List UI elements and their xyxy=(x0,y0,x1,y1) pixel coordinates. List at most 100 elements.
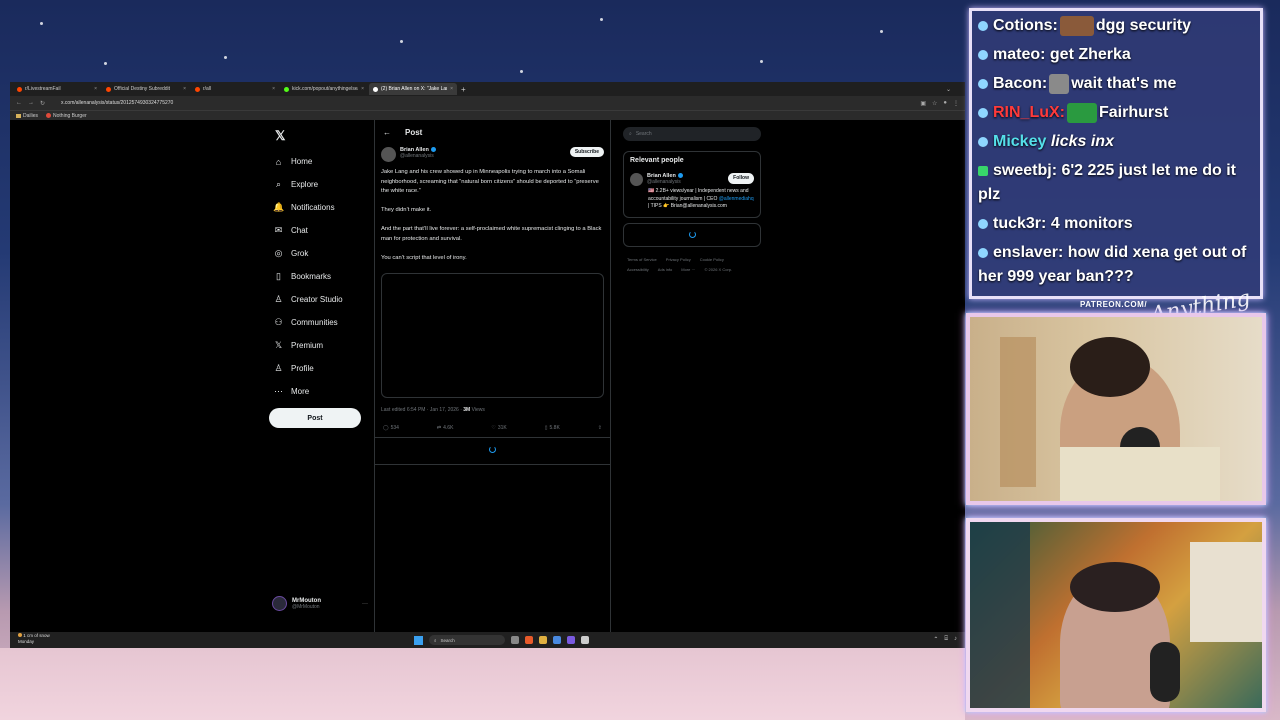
close-tab-icon[interactable]: × xyxy=(361,86,364,92)
nav-item-bookmarks[interactable]: ▯ Bookmarks xyxy=(273,265,343,288)
favicon-icon xyxy=(17,86,22,92)
nav-item-chat[interactable]: ✉ Chat xyxy=(273,219,343,242)
chat-username[interactable]: Mickey xyxy=(993,133,1046,150)
chat-text: get Zherka xyxy=(1049,46,1131,63)
chat-username[interactable]: RIN_LuX: xyxy=(993,104,1065,121)
footer-link[interactable]: © 2026 X Corp. xyxy=(704,267,732,272)
nav-item-premium[interactable]: 𝕏 Premium xyxy=(273,334,343,357)
chat-username[interactable]: enslaver: xyxy=(993,244,1063,261)
bookmark-star-icon[interactable]: ☆ xyxy=(932,100,937,107)
menu-icon[interactable]: ⋮ xyxy=(953,100,959,107)
x-logo-icon[interactable]: 𝕏 xyxy=(275,128,285,144)
chrome-icon[interactable] xyxy=(553,636,561,644)
like-button[interactable]: ♡ 31K xyxy=(491,425,506,431)
footer-link[interactable]: More ··· xyxy=(681,267,695,272)
browser-tab[interactable]: r/all × xyxy=(191,83,279,95)
follow-button[interactable]: Follow xyxy=(728,173,754,184)
browser-tab[interactable]: (2) Brian Allen on X: "Jake Lang × xyxy=(369,83,457,95)
volume-icon[interactable]: ♪ xyxy=(954,636,957,643)
weather-widget[interactable]: 1 cm of snow Monday xyxy=(18,633,50,645)
reply-button[interactable]: ◯ 534 xyxy=(383,425,399,431)
nav-icon: 𝕏 xyxy=(274,340,283,350)
chat-username[interactable]: sweetbj: xyxy=(993,162,1057,179)
back-icon[interactable]: ← xyxy=(16,100,22,106)
nav-item-notifications[interactable]: 🔔 Notifications xyxy=(273,196,343,219)
post-paragraph: And the part that’ll live forever: a sel… xyxy=(381,226,602,242)
chat-badge-icon xyxy=(978,78,988,89)
footer-link[interactable]: Accessibility xyxy=(627,267,649,272)
footer-link[interactable]: Cookie Policy xyxy=(700,257,724,262)
footer-link[interactable]: Ads info xyxy=(658,267,672,272)
heart-icon: ♡ xyxy=(491,424,496,431)
close-tab-icon[interactable]: × xyxy=(183,86,186,92)
account-switcher[interactable]: MrMouton @MrMouton ··· xyxy=(272,596,368,611)
favicon-icon xyxy=(106,86,111,92)
bookmark-nothing-burger[interactable]: Nothing Burger xyxy=(46,113,87,119)
discord-icon[interactable] xyxy=(567,636,575,644)
author-handle[interactable]: @allenanalysis xyxy=(400,153,436,159)
forward-icon[interactable]: → xyxy=(28,100,34,106)
webcam-top xyxy=(966,313,1266,505)
x-page: 𝕏 ⌂ Home ⌕ Explore 🔔 Notifications ✉ Chat ◎ Grok ▯… xyxy=(10,120,965,632)
back-arrow-icon[interactable]: ← xyxy=(383,128,391,137)
post-video[interactable] xyxy=(381,272,604,398)
repost-button[interactable]: ⇄ 4.6K xyxy=(437,425,454,431)
new-tab-button[interactable]: + xyxy=(461,85,466,94)
profile-icon[interactable]: ● xyxy=(943,100,947,107)
share-button[interactable]: ⇪ xyxy=(598,425,602,431)
account-handle: @MrMouton xyxy=(292,603,320,610)
more-icon[interactable]: ··· xyxy=(362,601,368,607)
nav-item-profile[interactable]: ♙ Profile xyxy=(273,357,343,380)
chevron-up-icon[interactable]: ⌃ xyxy=(933,636,938,643)
chat-badge-icon xyxy=(978,20,988,31)
nav-item-communities[interactable]: ⚇ Communities xyxy=(273,311,343,334)
tab-menu-icon[interactable]: ⌄ xyxy=(946,86,951,93)
system-tray: ⌃ ⌸ ♪ xyxy=(933,636,957,643)
close-tab-icon[interactable]: × xyxy=(272,86,275,92)
nav-item-creator-studio[interactable]: ♙ Creator Studio xyxy=(273,288,342,311)
browser-tab[interactable]: Official Destiny Subreddit × xyxy=(102,83,190,95)
bio-link[interactable]: @allenmediahq xyxy=(719,196,754,202)
author-avatar[interactable] xyxy=(381,147,396,162)
bookmark-button[interactable]: ▯ 5.8K xyxy=(545,425,560,431)
hair-shape xyxy=(1070,562,1160,612)
chat-username[interactable]: tuck3r: xyxy=(993,215,1046,232)
network-icon[interactable]: ⌸ xyxy=(944,636,948,643)
search-input[interactable]: ⌕ Search xyxy=(623,127,761,141)
nav-icon: ⌕ xyxy=(275,179,282,189)
footer-link[interactable]: Terms of Service xyxy=(627,257,657,262)
file-explorer-icon[interactable] xyxy=(539,636,547,644)
person-handle: @allenanalysis xyxy=(647,179,681,185)
post-button[interactable]: Post xyxy=(269,408,361,428)
favicon-icon xyxy=(195,86,200,92)
settings-icon[interactable] xyxy=(581,636,589,644)
subscribe-button[interactable]: Subscribe xyxy=(569,147,604,157)
post-column: ← Post Brian Allen @allenanalysis Subscr… xyxy=(374,120,611,632)
task-view-icon[interactable] xyxy=(511,636,519,644)
footer-link[interactable]: Privacy Policy xyxy=(666,257,691,262)
nav-item-more[interactable]: ⋯ More xyxy=(273,380,343,403)
relevant-person[interactable]: Brian Allen @allenanalysis Follow xyxy=(630,173,754,186)
bookmark-dailies[interactable]: Dailies xyxy=(16,113,38,119)
chat-username[interactable]: Cotions: xyxy=(993,17,1058,34)
extension-icon[interactable]: ▣ xyxy=(920,100,926,107)
chat-username[interactable]: Bacon: xyxy=(993,75,1047,92)
nav-item-home[interactable]: ⌂ Home xyxy=(273,150,343,173)
close-tab-icon[interactable]: × xyxy=(94,86,97,92)
webcam-bottom xyxy=(966,518,1266,712)
chat-username[interactable]: mateo: xyxy=(993,46,1045,63)
person-avatar[interactable] xyxy=(630,173,643,186)
start-icon[interactable] xyxy=(414,635,423,645)
shelf-shape xyxy=(1000,337,1036,487)
firefox-icon[interactable] xyxy=(525,636,533,644)
browser-tab[interactable]: r/LivestreamFail × xyxy=(13,83,101,95)
nav-item-grok[interactable]: ◎ Grok xyxy=(273,242,343,265)
taskbar-search[interactable]: ⌕ Search xyxy=(429,635,505,645)
url-field[interactable]: x.com/allenanalysis/status/2012574930324… xyxy=(61,100,914,106)
loading-spinner-icon xyxy=(489,445,496,453)
close-tab-icon[interactable]: × xyxy=(450,86,453,92)
nav-item-explore[interactable]: ⌕ Explore xyxy=(273,173,343,196)
browser-tab[interactable]: kick.com/popout/anythingelse/× xyxy=(280,83,368,95)
reload-icon[interactable]: ↻ xyxy=(40,100,45,107)
address-bar: ← → ↻ x.com/allenanalysis/status/2012574… xyxy=(10,96,965,110)
